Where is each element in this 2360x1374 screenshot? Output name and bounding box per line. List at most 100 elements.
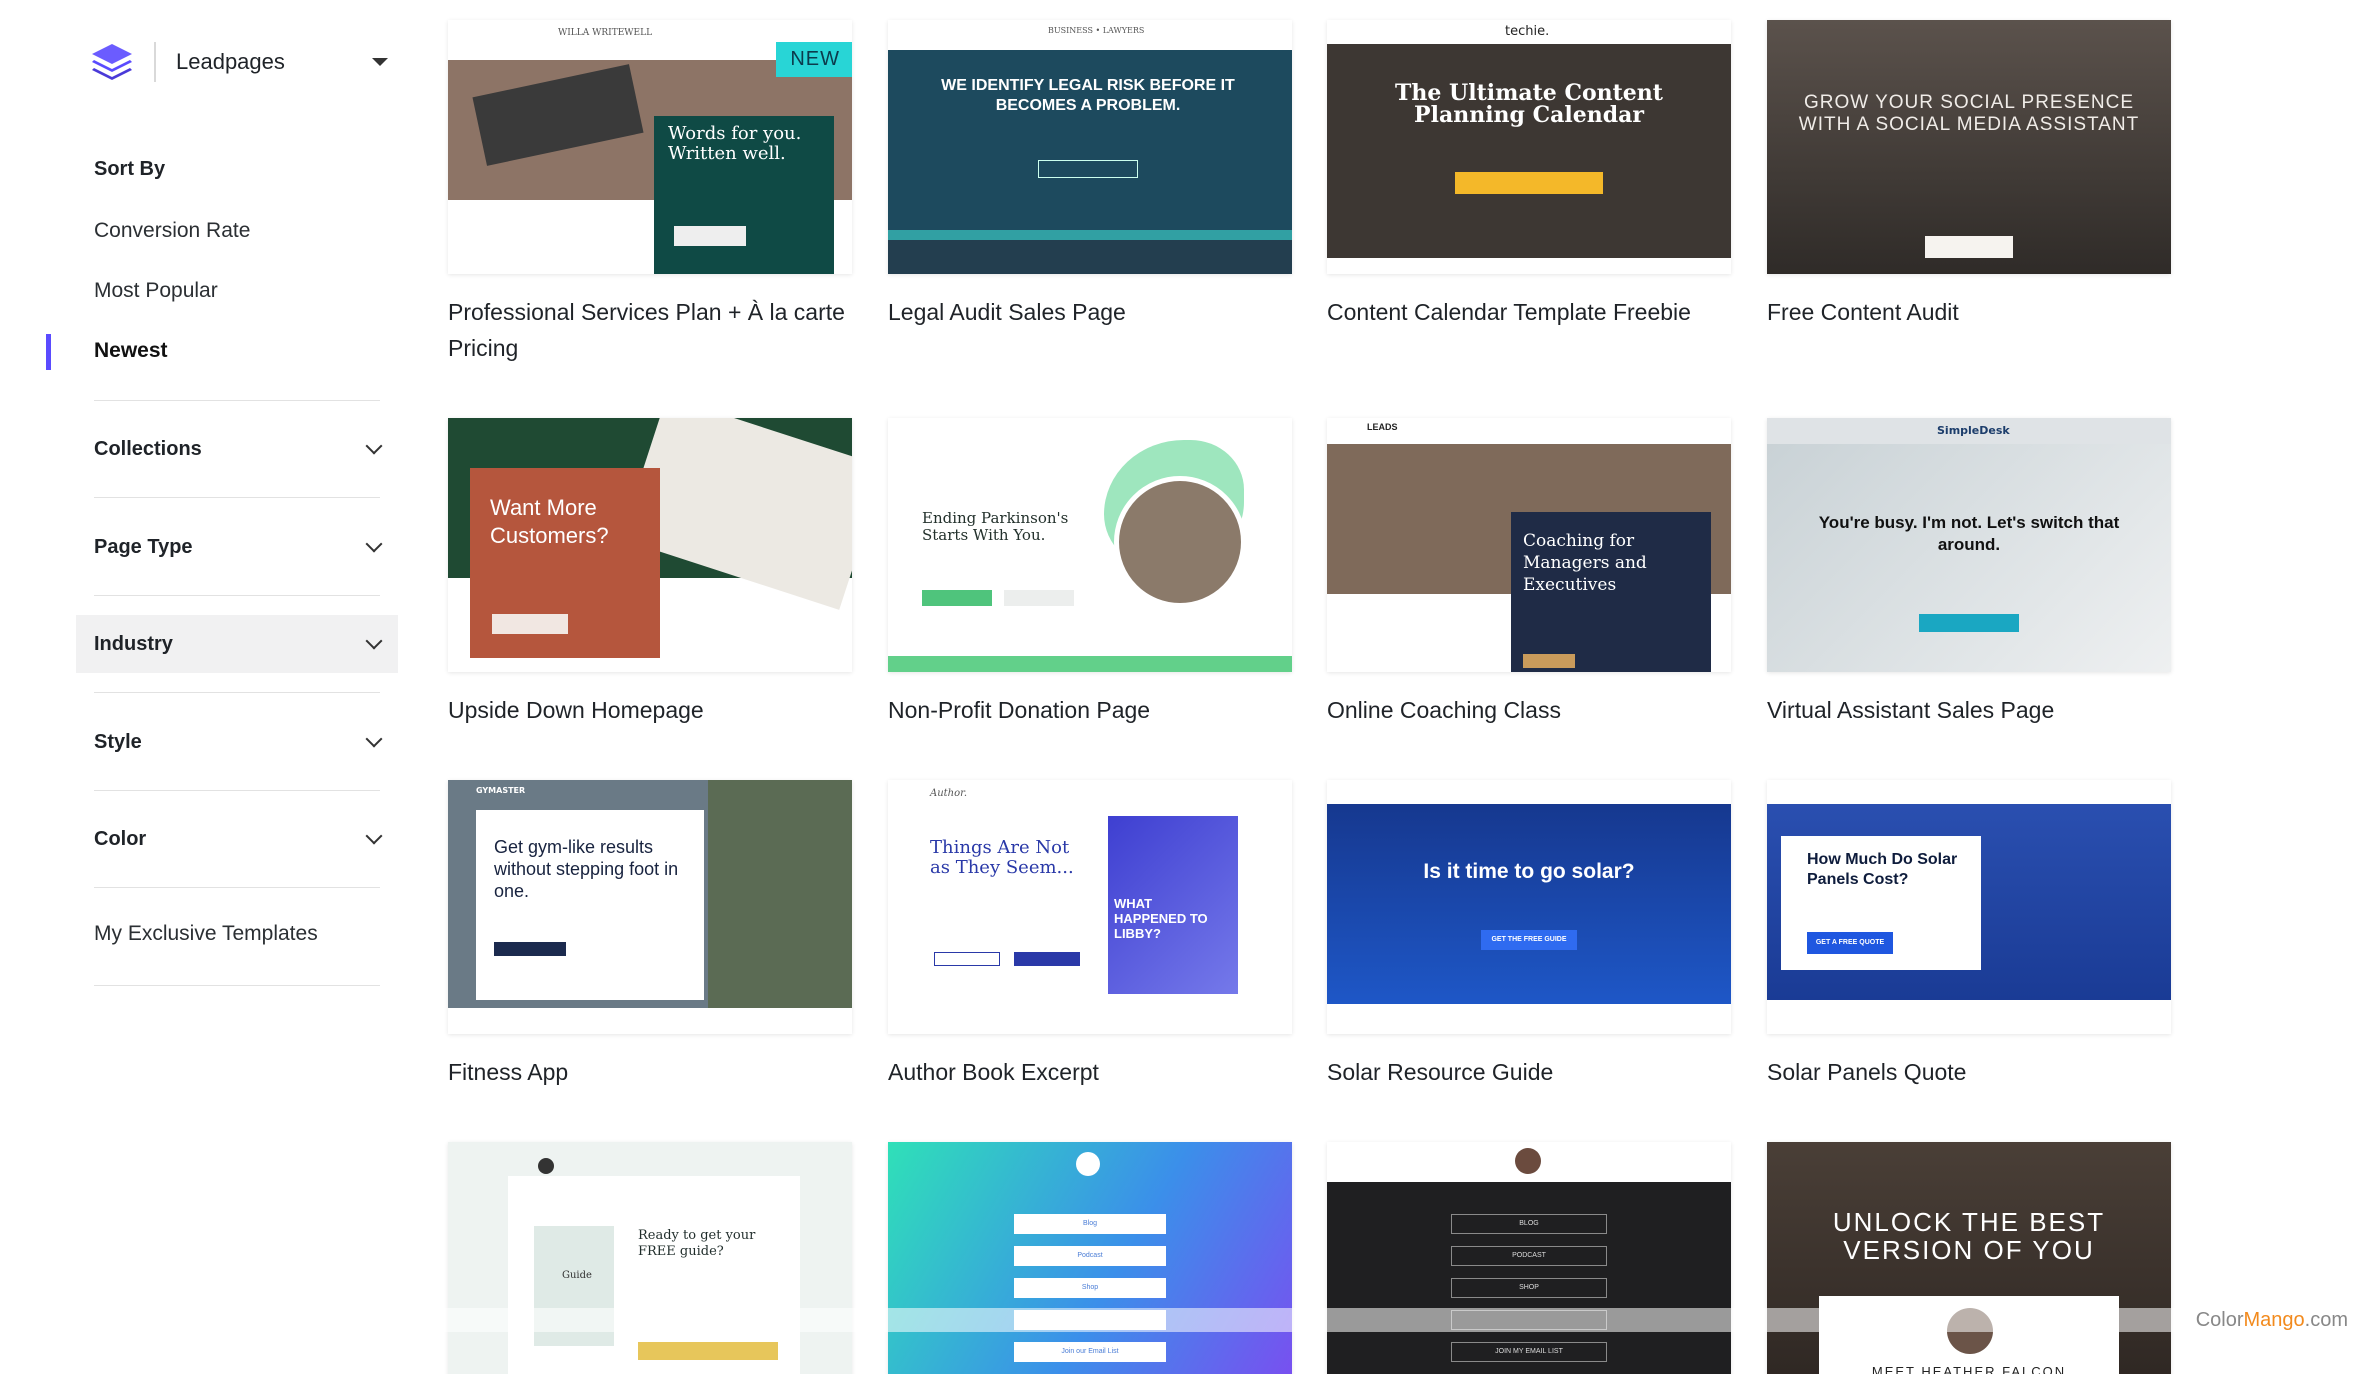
- template-thumbnail[interactable]: BUSINESS • LAWYERS WE IDENTIFY LEGAL RIS…: [888, 20, 1292, 274]
- thumbnail-headline: Things Are Not as They Seem...: [930, 838, 1090, 878]
- watermark-part: Color: [2196, 1309, 2244, 1331]
- template-card[interactable]: GROW YOUR SOCIAL PRESENCE WITH A SOCIAL …: [1767, 20, 2171, 330]
- link-button: JOIN MY EMAIL LIST: [1451, 1342, 1607, 1362]
- thumbnail-headline: Words for you. Written well.: [668, 124, 818, 164]
- caret-down-icon[interactable]: [372, 58, 388, 66]
- divider: [94, 790, 380, 791]
- template-title[interactable]: Fitness App: [448, 1054, 852, 1090]
- workspace-name: Leadpages: [176, 49, 372, 75]
- template-card[interactable]: Guide Ready to get your FREE guide?: [448, 1142, 852, 1374]
- divider: [94, 595, 380, 596]
- link-button: Shop: [1014, 1278, 1166, 1298]
- template-title[interactable]: Virtual Assistant Sales Page: [1767, 692, 2171, 728]
- template-card[interactable]: Blog Podcast Shop Join our Email List: [888, 1142, 1292, 1374]
- template-card[interactable]: BLOG PODCAST SHOP JOIN MY EMAIL LIST: [1327, 1142, 1731, 1374]
- thumbnail-cta: GET THE FREE GUIDE: [1481, 930, 1577, 950]
- sort-option-conversion-rate[interactable]: Conversion Rate: [94, 219, 250, 243]
- thumbnail-label: Guide: [562, 1270, 592, 1281]
- thumbnail-headline: WE IDENTIFY LEGAL RISK BEFORE IT BECOMES…: [938, 76, 1238, 116]
- template-thumbnail[interactable]: GROW YOUR SOCIAL PRESENCE WITH A SOCIAL …: [1767, 20, 2171, 274]
- template-card[interactable]: Is it time to go solar? GET THE FREE GUI…: [1327, 780, 1731, 1090]
- template-thumbnail[interactable]: Author. Things Are Not as They Seem... W…: [888, 780, 1292, 1034]
- template-card[interactable]: SimpleDesk You're busy. I'm not. Let's s…: [1767, 418, 2171, 728]
- link-button: PODCAST: [1451, 1246, 1607, 1266]
- filter-label: Page Type: [94, 536, 368, 559]
- filter-label: Style: [94, 731, 368, 754]
- thumbnail-headline: You're busy. I'm not. Let's switch that …: [1807, 512, 2131, 556]
- sort-by-heading: Sort By: [94, 158, 165, 181]
- template-card[interactable]: Author. Things Are Not as They Seem... W…: [888, 780, 1292, 1090]
- template-card[interactable]: GYMASTER Get gym-like results without st…: [448, 780, 852, 1090]
- thumbnail-brand: BUSINESS • LAWYERS: [1048, 26, 1144, 35]
- template-thumbnail[interactable]: Ending Parkinson's Starts With You.: [888, 418, 1292, 672]
- thumbnail-headline: Is it time to go solar?: [1363, 860, 1695, 884]
- template-card[interactable]: Want More Customers? Upside Down Homepag…: [448, 418, 852, 728]
- template-card[interactable]: BUSINESS • LAWYERS WE IDENTIFY LEGAL RIS…: [888, 20, 1292, 330]
- template-thumbnail[interactable]: Is it time to go solar? GET THE FREE GUI…: [1327, 780, 1731, 1034]
- template-thumbnail[interactable]: UNLOCK THE BEST VERSION OF YOU MEET HEAT…: [1767, 1142, 2171, 1374]
- thumbnail-brand: LEADS: [1367, 422, 1398, 432]
- template-thumbnail[interactable]: Guide Ready to get your FREE guide?: [448, 1142, 852, 1374]
- template-title[interactable]: Online Coaching Class: [1327, 692, 1731, 728]
- template-thumbnail[interactable]: BLOG PODCAST SHOP JOIN MY EMAIL LIST: [1327, 1142, 1731, 1374]
- filter-industry[interactable]: Industry: [76, 615, 398, 673]
- filter-sidebar: Leadpages Sort By Conversion Rate Most P…: [0, 0, 420, 1374]
- chevron-down-icon: [366, 536, 383, 553]
- thumbnail-cta: GET A FREE QUOTE: [1807, 932, 1893, 954]
- template-title[interactable]: Non-Profit Donation Page: [888, 692, 1292, 728]
- template-thumbnail[interactable]: Want More Customers?: [448, 418, 852, 672]
- template-title[interactable]: Professional Services Plan + À la carte …: [448, 294, 852, 366]
- new-badge: NEW: [776, 42, 852, 77]
- thumbnail-headline: The Ultimate Content Planning Calendar: [1367, 82, 1691, 126]
- chevron-down-icon: [366, 633, 383, 650]
- link-button: BLOG: [1451, 1214, 1607, 1234]
- link-button: Join our Email List: [1014, 1342, 1166, 1362]
- template-title[interactable]: Free Content Audit: [1767, 294, 2171, 330]
- thumbnail-headline: How Much Do Solar Panels Cost?: [1807, 850, 1977, 890]
- template-title[interactable]: Upside Down Homepage: [448, 692, 852, 728]
- template-thumbnail[interactable]: GYMASTER Get gym-like results without st…: [448, 780, 852, 1034]
- thumbnail-brand: Author.: [930, 788, 967, 799]
- link-button: SHOP: [1451, 1278, 1607, 1298]
- sort-option-most-popular[interactable]: Most Popular: [94, 279, 218, 303]
- template-card[interactable]: Words for you. Written well. WILLA WRITE…: [448, 20, 852, 366]
- thumbnail-subheadline: MEET HEATHER FALCON: [1819, 1364, 2119, 1374]
- template-thumbnail[interactable]: LEADS Coaching for Managers and Executiv…: [1327, 418, 1731, 672]
- template-title[interactable]: Solar Resource Guide: [1327, 1054, 1731, 1090]
- thumbnail-headline: Get gym-like results without stepping fo…: [494, 836, 694, 902]
- filter-label: Industry: [94, 633, 368, 656]
- link-button: Podcast: [1014, 1246, 1166, 1266]
- filter-style[interactable]: Style: [76, 713, 398, 771]
- sort-option-newest[interactable]: Newest: [94, 339, 168, 363]
- template-thumbnail[interactable]: SimpleDesk You're busy. I'm not. Let's s…: [1767, 418, 2171, 672]
- thumbnail-brand: SimpleDesk: [1937, 424, 2010, 437]
- template-card[interactable]: Ending Parkinson's Starts With You. Non-…: [888, 418, 1292, 728]
- thumbnail-headline: Ready to get your FREE guide?: [638, 1228, 768, 1260]
- template-title[interactable]: Author Book Excerpt: [888, 1054, 1292, 1090]
- divider: [94, 400, 380, 401]
- divider: [94, 887, 380, 888]
- template-thumbnail[interactable]: Words for you. Written well. WILLA WRITE…: [448, 20, 852, 274]
- thumbnail-brand: WILLA WRITEWELL: [558, 28, 652, 38]
- thumbnail-headline: Ending Parkinson's Starts With You.: [922, 510, 1092, 544]
- template-thumbnail[interactable]: Blog Podcast Shop Join our Email List: [888, 1142, 1292, 1374]
- my-exclusive-templates-link[interactable]: My Exclusive Templates: [94, 922, 318, 946]
- filter-color[interactable]: Color: [76, 810, 398, 868]
- template-card[interactable]: techie. The Ultimate Content Planning Ca…: [1327, 20, 1731, 330]
- filter-collections[interactable]: Collections: [76, 420, 398, 478]
- thumbnail-headline: GROW YOUR SOCIAL PRESENCE WITH A SOCIAL …: [1787, 92, 2151, 136]
- divider: [94, 692, 380, 693]
- template-title[interactable]: Legal Audit Sales Page: [888, 294, 1292, 330]
- template-card[interactable]: LEADS Coaching for Managers and Executiv…: [1327, 418, 1731, 728]
- template-title[interactable]: Content Calendar Template Freebie: [1327, 294, 1731, 330]
- thumbnail-headline: Coaching for Managers and Executives: [1523, 530, 1703, 596]
- template-card[interactable]: How Much Do Solar Panels Cost? GET A FRE…: [1767, 780, 2171, 1090]
- filter-page-type[interactable]: Page Type: [76, 518, 398, 576]
- workspace-switcher[interactable]: Leadpages: [88, 36, 388, 88]
- filter-label: Collections: [94, 438, 368, 461]
- template-card[interactable]: UNLOCK THE BEST VERSION OF YOU MEET HEAT…: [1767, 1142, 2171, 1374]
- template-thumbnail[interactable]: How Much Do Solar Panels Cost? GET A FRE…: [1767, 780, 2171, 1034]
- template-thumbnail[interactable]: techie. The Ultimate Content Planning Ca…: [1327, 20, 1731, 274]
- template-title[interactable]: Solar Panels Quote: [1767, 1054, 2171, 1090]
- chevron-down-icon: [366, 828, 383, 845]
